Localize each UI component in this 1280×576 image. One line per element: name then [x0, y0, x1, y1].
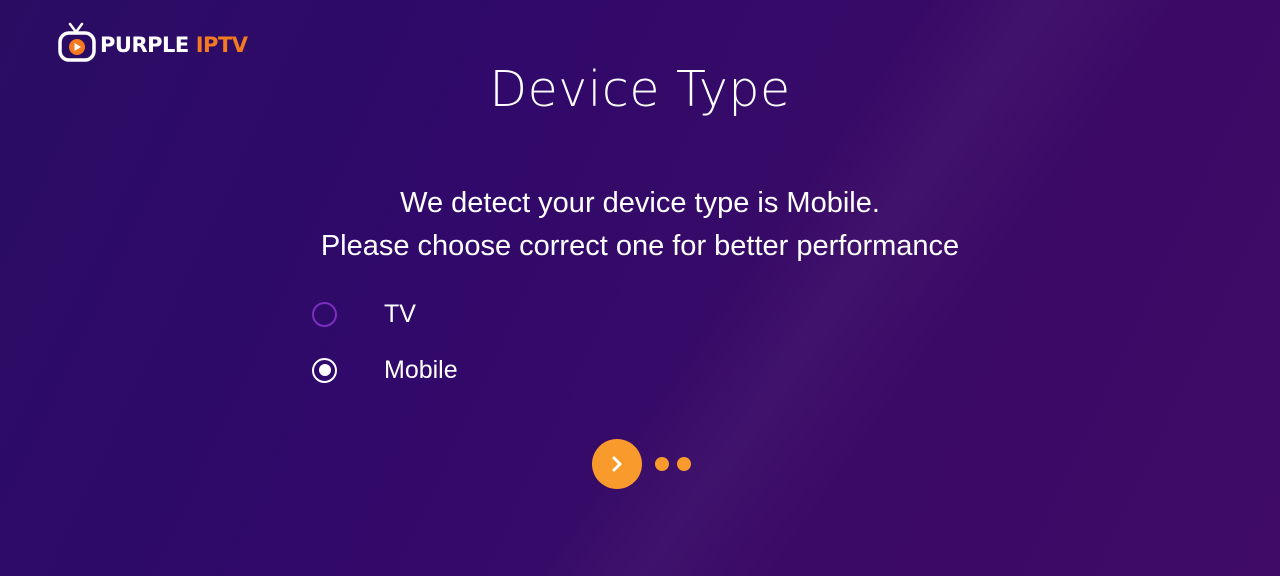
option-mobile-label: Mobile [384, 355, 458, 384]
logo-word-primary: PURPLE [100, 33, 189, 57]
radio-button-mobile[interactable] [312, 357, 337, 383]
page-indicator-dot [655, 457, 669, 471]
tv-play-icon [58, 22, 96, 62]
page-indicator-dot [677, 457, 691, 471]
option-mobile[interactable]: Mobile [312, 353, 458, 387]
detection-message: We detect your device type is Mobile. Pl… [0, 182, 1280, 268]
option-tv[interactable]: TV [312, 297, 416, 331]
next-button[interactable] [592, 439, 642, 489]
page-title: Device Type [489, 61, 791, 118]
chevron-right-icon [612, 456, 622, 472]
message-line-2: Please choose correct one for better per… [320, 230, 960, 262]
logo-word-secondary: IPTV [195, 33, 248, 57]
option-tv-label: TV [384, 299, 416, 328]
message-line-1: We detect your device type is Mobile. [400, 187, 880, 219]
radio-button-tv[interactable] [312, 301, 337, 327]
logo-wordmark: PURPLE IPTV [100, 33, 248, 57]
